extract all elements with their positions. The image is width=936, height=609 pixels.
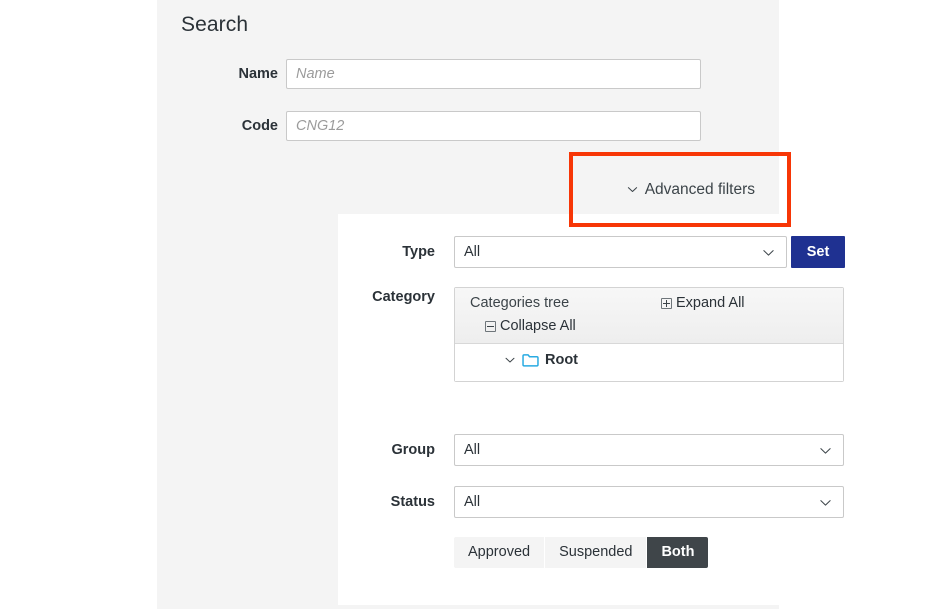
name-input[interactable] bbox=[286, 59, 701, 89]
status-segment-row: Approved Suspended Both bbox=[338, 537, 910, 568]
page-title: Search bbox=[181, 13, 248, 37]
type-label: Type bbox=[338, 236, 435, 268]
type-select[interactable]: All bbox=[454, 236, 787, 268]
categories-tree-header: Categories tree Expand All Collapse All bbox=[455, 288, 843, 344]
advanced-filters-toggle[interactable]: Advanced filters bbox=[627, 181, 755, 199]
expand-all-label: Expand All bbox=[676, 295, 745, 311]
status-segment-approved[interactable]: Approved bbox=[454, 537, 544, 568]
search-panel: Search Name Code Advanced filters Type A… bbox=[157, 0, 779, 609]
category-label: Category bbox=[338, 289, 435, 305]
folder-icon bbox=[522, 353, 539, 367]
collapse-all-button[interactable]: Collapse All bbox=[485, 318, 576, 334]
chevron-down-icon bbox=[819, 496, 832, 509]
group-select-value: All bbox=[464, 442, 819, 458]
expand-plus-icon bbox=[661, 298, 672, 309]
status-row: Status All bbox=[338, 486, 910, 518]
status-select[interactable]: All bbox=[454, 486, 844, 518]
collapse-all-label: Collapse All bbox=[500, 318, 576, 334]
status-segment-suspended[interactable]: Suspended bbox=[544, 537, 646, 568]
chevron-down-icon[interactable] bbox=[504, 354, 516, 366]
name-row: Name bbox=[157, 59, 779, 89]
type-select-value: All bbox=[464, 244, 762, 260]
group-select[interactable]: All bbox=[454, 434, 844, 466]
categories-tree-body: Root bbox=[455, 344, 843, 381]
code-row: Code bbox=[157, 111, 779, 141]
name-label: Name bbox=[157, 59, 278, 89]
code-input[interactable] bbox=[286, 111, 701, 141]
code-label: Code bbox=[157, 111, 278, 141]
status-label: Status bbox=[338, 486, 435, 518]
advanced-filters-panel: Type All Set Category Categories tree bbox=[338, 214, 910, 605]
collapse-minus-icon bbox=[485, 321, 496, 332]
type-row: Type All Set bbox=[338, 236, 910, 268]
chevron-down-icon bbox=[627, 184, 638, 195]
status-segmented-control: Approved Suspended Both bbox=[454, 537, 708, 568]
categories-tree: Categories tree Expand All Collapse All bbox=[454, 287, 844, 382]
categories-tree-title: Categories tree bbox=[470, 295, 569, 311]
chevron-down-icon bbox=[819, 444, 832, 457]
tree-node-label: Root bbox=[545, 352, 578, 368]
group-row: Group All bbox=[338, 434, 910, 466]
tree-node-root[interactable]: Root bbox=[504, 352, 578, 368]
set-button[interactable]: Set bbox=[791, 236, 845, 268]
status-segment-both[interactable]: Both bbox=[646, 537, 708, 568]
chevron-down-icon bbox=[762, 246, 775, 259]
advanced-filters-label: Advanced filters bbox=[645, 181, 755, 199]
group-label: Group bbox=[338, 434, 435, 466]
status-select-value: All bbox=[464, 494, 819, 510]
expand-all-button[interactable]: Expand All bbox=[661, 295, 745, 311]
